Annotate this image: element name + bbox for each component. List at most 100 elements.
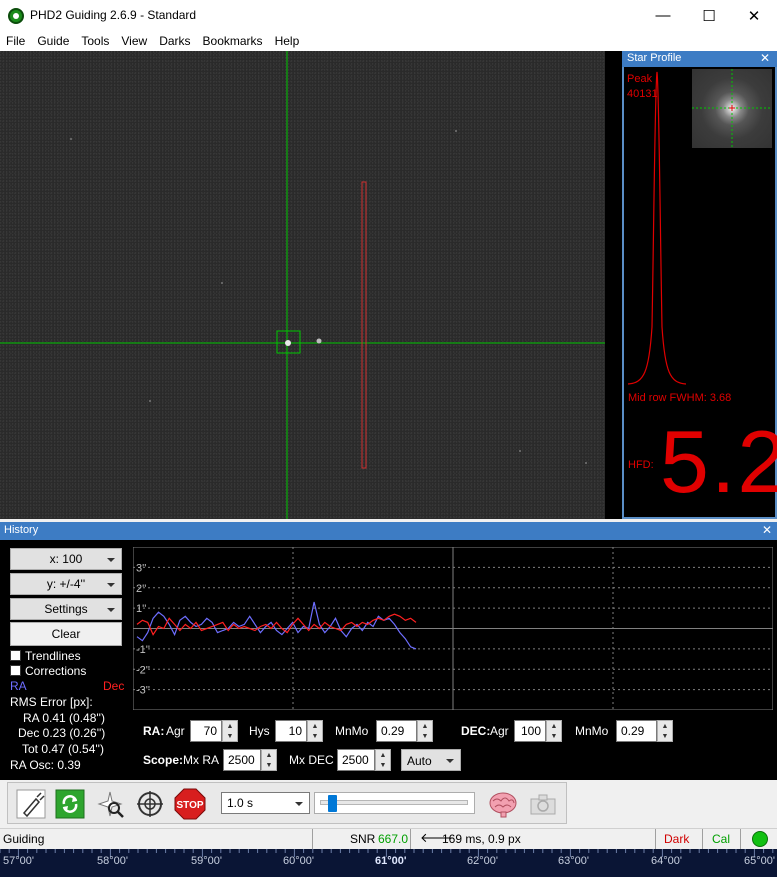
close-button[interactable]: ✕ xyxy=(731,0,777,31)
exposure-value: 1.0 s xyxy=(227,796,254,810)
camera-overlay xyxy=(0,51,605,519)
chevron-down-icon xyxy=(446,759,454,763)
snr-label: SNR xyxy=(350,832,376,846)
ra-hys-label: Hys xyxy=(249,724,270,738)
ruler-label: 58°00' xyxy=(97,855,128,867)
x-scale-label: x: 100 xyxy=(49,552,83,566)
ra-mnmo-arrows[interactable]: ▲ ▼ xyxy=(417,720,433,742)
history-chart[interactable]: 3'' 2'' 1'' -1'' -2'' -3'' xyxy=(133,547,773,710)
mx-dec-label: Mx DEC xyxy=(289,753,334,767)
mx-dec-arrows[interactable]: ▲ ▼ xyxy=(375,749,391,771)
star-profile-close-button[interactable]: ✕ xyxy=(760,51,770,65)
crosshair-icon[interactable] xyxy=(133,787,167,821)
spin-down-icon: ▼ xyxy=(550,732,558,740)
hfd-label: HFD: xyxy=(628,459,654,471)
history-close-button[interactable]: ✕ xyxy=(762,523,772,537)
star-profile-title: Star Profile xyxy=(627,52,682,64)
camera-icon[interactable] xyxy=(526,787,560,821)
y-tick-label: 3'' xyxy=(136,562,146,574)
stop-icon[interactable]: STOP xyxy=(173,787,207,821)
ra-agr-spinner[interactable]: 70 ▲ ▼ xyxy=(190,720,238,742)
guide-info: 169 ms, 0.9 px xyxy=(442,832,521,846)
snr-value: 667.0 xyxy=(378,832,409,846)
x-scale-dropdown[interactable]: x: 100 xyxy=(10,548,122,570)
spin-down-icon: ▼ xyxy=(226,732,234,740)
corrections-label: Corrections xyxy=(25,664,87,678)
status-divider xyxy=(312,829,313,849)
mx-ra-spinner[interactable]: 2500 ▲ ▼ xyxy=(223,749,277,771)
scope-label: Scope: xyxy=(143,753,184,767)
ruler-label: 57°00' xyxy=(3,855,34,867)
ra-hys-spinner[interactable]: 10 ▲ ▼ xyxy=(275,720,323,742)
spin-down-icon: ▼ xyxy=(421,732,429,740)
dec-agr-spinner[interactable]: 100 ▲ ▼ xyxy=(514,720,562,742)
menu-file[interactable]: File xyxy=(0,31,31,51)
exposure-dropdown[interactable]: 1.0 s xyxy=(221,792,310,814)
dec-mnmo-arrows[interactable]: ▲ ▼ xyxy=(657,720,673,742)
mx-ra-value[interactable]: 2500 xyxy=(223,749,261,771)
gamma-slider-thumb[interactable] xyxy=(328,795,337,812)
ra-mnmo-spinner[interactable]: 0.29 ▲ ▼ xyxy=(376,720,433,742)
dec-controls-label: DEC: xyxy=(461,724,491,738)
dec-mnmo-label: MnMo xyxy=(575,724,609,738)
ra-controls-label: RA: xyxy=(143,724,165,738)
star-select-icon[interactable] xyxy=(93,787,127,821)
ruler-label: 64°00' xyxy=(651,855,682,867)
corrections-checkbox[interactable] xyxy=(10,665,21,676)
minimize-button[interactable]: — xyxy=(640,0,686,31)
chevron-down-icon xyxy=(107,608,115,612)
brain-icon[interactable] xyxy=(486,787,520,821)
dec-mode-value: Auto xyxy=(407,754,432,768)
window-title: PHD2 Guiding 2.6.9 - Standard xyxy=(30,8,197,22)
menu-tools[interactable]: Tools xyxy=(75,31,115,51)
ra-agr-arrows[interactable]: ▲ ▼ xyxy=(222,720,238,742)
ra-mnmo-label: MnMo xyxy=(335,724,369,738)
dec-mnmo-spinner[interactable]: 0.29 ▲ ▼ xyxy=(616,720,673,742)
faint-star xyxy=(149,400,151,402)
menu-bar: File Guide Tools View Darks Bookmarks He… xyxy=(0,31,777,51)
mx-dec-spinner[interactable]: 2500 ▲ ▼ xyxy=(337,749,391,771)
menu-help[interactable]: Help xyxy=(269,31,306,51)
loop-icon[interactable] xyxy=(53,787,87,821)
ra-series-line xyxy=(136,601,417,650)
camera-view[interactable] xyxy=(0,51,605,519)
dark-indicator: Dark xyxy=(664,832,690,846)
ra-hys-value[interactable]: 10 xyxy=(275,720,307,742)
spin-up-icon: ▲ xyxy=(550,722,558,730)
faint-star xyxy=(70,138,72,140)
secondary-star xyxy=(316,338,322,344)
stop-icon-label: STOP xyxy=(176,800,203,811)
status-led-icon xyxy=(752,831,768,847)
settings-dropdown[interactable]: Settings xyxy=(10,598,122,620)
menu-darks[interactable]: Darks xyxy=(153,31,196,51)
rms-ra: RA 0.41 (0.48'') xyxy=(23,711,105,725)
ra-mnmo-value[interactable]: 0.29 xyxy=(376,720,417,742)
mx-dec-value[interactable]: 2500 xyxy=(337,749,375,771)
y-tick-label: -3'' xyxy=(136,685,150,697)
ra-hys-arrows[interactable]: ▲ ▼ xyxy=(307,720,323,742)
dec-mnmo-value[interactable]: 0.29 xyxy=(616,720,657,742)
y-scale-label: y: +/-4'' xyxy=(46,577,86,591)
menu-view[interactable]: View xyxy=(115,31,153,51)
y-scale-dropdown[interactable]: y: +/-4'' xyxy=(10,573,122,595)
trendlines-checkbox[interactable] xyxy=(10,650,21,661)
mx-ra-arrows[interactable]: ▲ ▼ xyxy=(261,749,277,771)
rms-title: RMS Error [px]: xyxy=(10,695,93,709)
spin-up-icon: ▲ xyxy=(421,722,429,730)
mx-ra-label: Mx RA xyxy=(183,753,219,767)
clear-button[interactable]: Clear xyxy=(10,622,122,646)
cal-indicator: Cal xyxy=(712,832,731,846)
dec-agr-value[interactable]: 100 xyxy=(514,720,546,742)
ra-agr-value[interactable]: 70 xyxy=(190,720,222,742)
usb-plug-icon[interactable] xyxy=(14,787,48,821)
star-thumbnail-crosshair-icon xyxy=(692,69,772,148)
dec-agr-arrows[interactable]: ▲ ▼ xyxy=(546,720,562,742)
ruler-label: 60°00' xyxy=(283,855,314,867)
dec-mode-dropdown[interactable]: Auto xyxy=(401,749,461,771)
maximize-button[interactable]: ☐ xyxy=(686,0,732,31)
spin-up-icon: ▲ xyxy=(311,722,319,730)
ruler-label: 59°00' xyxy=(191,855,222,867)
menu-bookmarks[interactable]: Bookmarks xyxy=(197,31,269,51)
ruler-label: 62°00' xyxy=(467,855,498,867)
menu-guide[interactable]: Guide xyxy=(31,31,75,51)
